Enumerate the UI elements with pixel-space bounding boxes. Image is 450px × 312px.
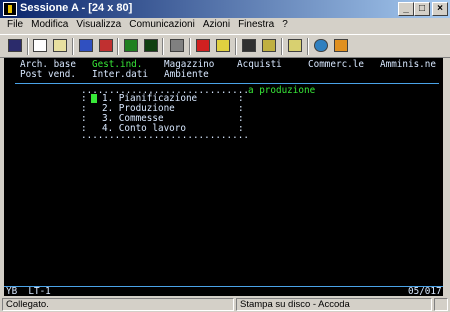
print-icon[interactable] [168,38,186,54]
status-bar: Collegato. Stampa su disco - Accoda [0,296,450,312]
display-green-icon[interactable] [122,38,140,54]
minimize-button[interactable]: _ [398,2,414,16]
nav-commerc-le[interactable]: Commerc.le [308,60,364,70]
nav-ambiente[interactable]: Ambiente [164,70,209,80]
emulator-window: Sessione A - [24 x 80] _ □ × File Modifi… [0,0,450,312]
help-tag-icon[interactable] [332,38,350,54]
menu-file[interactable]: File [4,18,28,34]
resize-grip[interactable] [434,298,448,311]
print-status: Stampa su disco - Accoda [236,298,432,311]
connection-status: Collegato. [2,298,234,311]
popup-title: a produzione [248,85,316,96]
nav-acquisti[interactable]: Acquisti [237,60,282,70]
app-icon[interactable] [3,2,17,16]
macro-edit-icon[interactable] [260,38,278,54]
macro-record-icon[interactable] [194,38,212,54]
send-file-icon[interactable] [77,38,95,54]
nav-post-vend[interactable]: Post vend. [20,70,76,80]
close-button[interactable]: × [432,2,448,16]
paste-icon[interactable] [51,38,69,54]
terminal-screen[interactable]: Arch. base Gest.ind. Magazzino Acquisti … [4,58,443,297]
menu-azioni[interactable]: Azioni [200,18,235,34]
menu-visualizza[interactable]: Visualizza [73,18,126,34]
menu-finestra[interactable]: Finestra [235,18,279,34]
clipboard-icon[interactable] [286,38,304,54]
header-divider [15,83,439,84]
display-dark-icon[interactable] [142,38,160,54]
menu-help[interactable]: ? [279,18,293,34]
menu-option-conto-lavoro[interactable]: 4. Conto lavoro [102,124,186,134]
menu-comunicazioni[interactable]: Comunicazioni [126,18,200,34]
submenu-popup: .............................. a produzi… [81,85,316,141]
vertical-scrollbar[interactable] [443,58,450,296]
title-bar[interactable]: Sessione A - [24 x 80] _ □ × [0,0,450,18]
toolbar [0,34,450,58]
receive-file-icon[interactable] [97,38,115,54]
host-session-icon[interactable] [6,38,24,54]
macro-play-icon[interactable] [240,38,258,54]
copy-icon[interactable] [31,38,49,54]
macro-stop-icon[interactable] [214,38,232,54]
globe-icon[interactable] [312,38,330,54]
maximize-button[interactable]: □ [414,2,430,16]
nav-inter-dati[interactable]: Inter.dati [92,70,148,80]
operator-info-area: YB LT-1 05/017 [4,286,443,297]
cursor-block [91,94,97,105]
window-title: Sessione A - [24 x 80] [20,2,133,14]
menu-modifica[interactable]: Modifica [28,18,73,34]
nav-amminis-ne[interactable]: Amminis.ne [380,60,436,70]
menu-bar: File Modifica Visualizza Comunicazioni A… [0,18,450,34]
